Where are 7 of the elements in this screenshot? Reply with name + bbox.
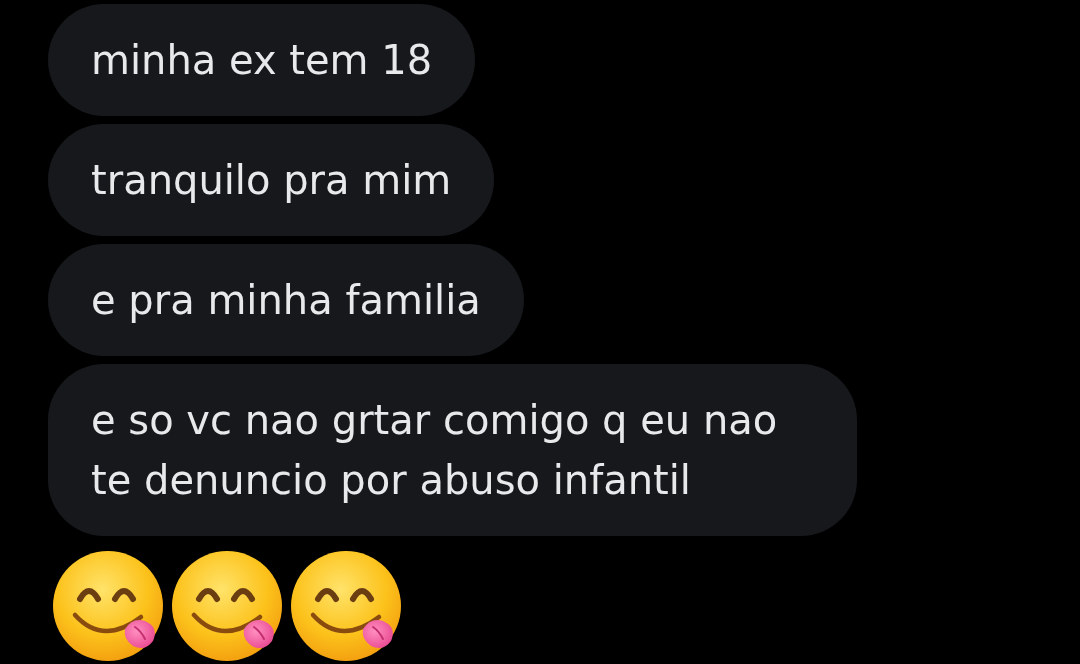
message-bubble: e so vc nao grtar comigo q eu nao te denuncio por abuso infantil [48,364,857,536]
smiling-face-with-tongue-icon [53,551,163,661]
smiling-face-with-tongue-icon [291,551,401,661]
message-bubble: tranquilo pra mim [48,124,495,236]
message-bubble: e pra minha familia [48,244,524,356]
smiling-face-with-tongue-icon [172,551,282,661]
message-bubble: minha ex tem 18 [48,4,476,116]
